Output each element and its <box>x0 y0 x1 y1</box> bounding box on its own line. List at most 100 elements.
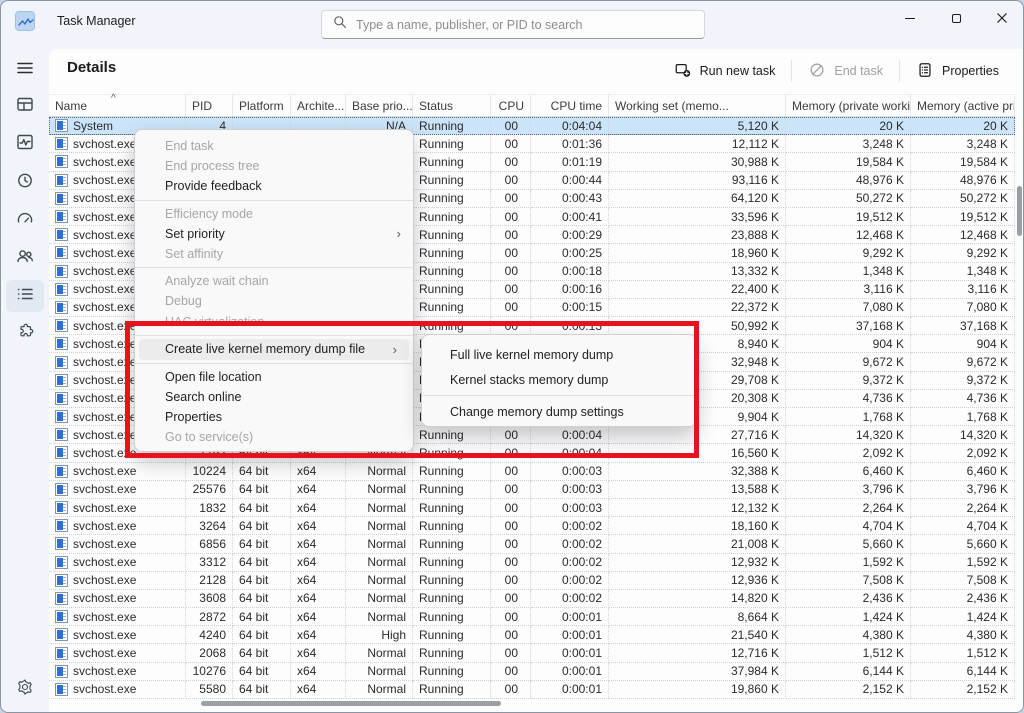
cell-cpu-time: 0:00:02 <box>531 590 609 608</box>
cell-memory-private: 4,704 K <box>786 517 911 535</box>
table-row[interactable]: svchost.exe287264 bitx64NormalRunning000… <box>49 608 1015 626</box>
menu-item-set-priority[interactable]: Set priority› <box>135 224 413 244</box>
column-header-architecture[interactable]: Archite... <box>291 95 346 116</box>
cell-memory-private: 1,512 K <box>786 644 911 662</box>
end-task-icon <box>808 61 826 82</box>
cell-pid: 2068 <box>186 644 233 662</box>
column-header-working-set[interactable]: Working set (memo... <box>609 95 786 116</box>
table-row[interactable]: svchost.exe558064 bitx64NormalRunning000… <box>49 681 1015 699</box>
cell-cpu: 00 <box>491 208 531 226</box>
vertical-scrollbar-thumb[interactable] <box>1017 186 1022 236</box>
sidebar-item-details[interactable] <box>1 277 49 315</box>
cell-platform: 64 bit <box>233 590 291 608</box>
hamburger-button[interactable] <box>1 55 49 85</box>
cell-memory-active: 1,348 K <box>911 263 1015 281</box>
column-header-cpu[interactable]: CPU <box>491 95 531 116</box>
sidebar-item-services[interactable] <box>1 315 49 353</box>
submenu-item-change-memory-dump-settings[interactable]: Change memory dump settings <box>422 399 696 424</box>
cell-platform: 64 bit <box>233 608 291 626</box>
menu-item-properties[interactable]: Properties <box>135 407 413 427</box>
cell-status: Running <box>413 226 491 244</box>
column-header-status[interactable]: Status <box>413 95 491 116</box>
cell-pid: 3264 <box>186 517 233 535</box>
table-row[interactable]: svchost.exe1027664 bitx64NormalRunning00… <box>49 663 1015 681</box>
column-header-platform[interactable]: Platform <box>233 95 291 116</box>
close-button[interactable] <box>979 1 1024 35</box>
table-row[interactable]: svchost.exe212864 bitx64NormalRunning000… <box>49 572 1015 590</box>
window-title: Task Manager <box>57 1 136 41</box>
cell-cpu: 00 <box>491 499 531 517</box>
properties-icon <box>916 61 934 82</box>
cell-pid: 10276 <box>186 663 233 681</box>
search-input[interactable] <box>356 18 694 32</box>
cell-architecture: x64 <box>291 681 346 699</box>
cell-working-set: 21,540 K <box>609 626 786 644</box>
cell-architecture: x64 <box>291 554 346 572</box>
cell-memory-private: 6,460 K <box>786 463 911 481</box>
table-row[interactable]: svchost.exe424064 bitx64HighRunning000:0… <box>49 626 1015 644</box>
cell-memory-private: 9,292 K <box>786 244 911 262</box>
table-row[interactable]: svchost.exe326464 bitx64NormalRunning000… <box>49 517 1015 535</box>
maximize-button[interactable] <box>933 1 979 35</box>
settings-button[interactable] <box>1 671 49 707</box>
cell-architecture: x64 <box>291 499 346 517</box>
minimize-icon <box>905 18 915 19</box>
table-row[interactable]: svchost.exe360864 bitx64NormalRunning000… <box>49 590 1015 608</box>
process-name: svchost.exe <box>73 246 136 260</box>
properties-button[interactable]: Properties <box>904 56 1011 86</box>
process-name: svchost.exe <box>73 391 136 405</box>
submenu-item-full-live-kernel-memory-dump[interactable]: Full live kernel memory dump <box>422 342 696 367</box>
cell-memory-active: 14,320 K <box>911 426 1015 444</box>
table-row[interactable]: svchost.exe2557664 bitx64NormalRunning00… <box>49 481 1015 499</box>
run-new-task-button[interactable]: Run new task <box>662 56 788 86</box>
column-header-cpu-time[interactable]: CPU time <box>531 95 609 116</box>
table-row[interactable]: svchost.exe183264 bitx64NormalRunning000… <box>49 499 1015 517</box>
menu-item-create-live-kernel-memory-dump-file[interactable]: Create live kernel memory dump file› <box>139 339 409 360</box>
sidebar-item-performance[interactable] <box>1 125 49 163</box>
cell-cpu-time: 0:00:01 <box>531 644 609 662</box>
cell-platform: 64 bit <box>233 499 291 517</box>
menu-separator <box>422 395 696 396</box>
cell-cpu: 00 <box>491 535 531 553</box>
submenu-item-kernel-stacks-memory-dump[interactable]: Kernel stacks memory dump <box>422 367 696 392</box>
cell-architecture: x64 <box>291 463 346 481</box>
table-row[interactable]: svchost.exe206864 bitx64NormalRunning000… <box>49 644 1015 662</box>
sidebar-item-processes[interactable] <box>1 87 49 125</box>
menu-item-provide-feedback[interactable]: Provide feedback <box>135 176 413 196</box>
process-name: svchost.exe <box>73 155 136 169</box>
process-icon <box>55 501 68 514</box>
sidebar-item-startup-apps[interactable] <box>1 201 49 239</box>
sidebar-nav <box>1 87 49 353</box>
sidebar-item-users[interactable] <box>1 239 49 277</box>
column-header-pid[interactable]: PID <box>186 95 233 116</box>
table-row[interactable]: svchost.exe331264 bitx64NormalRunning000… <box>49 554 1015 572</box>
cell-pid: 5580 <box>186 681 233 699</box>
hamburger-icon <box>15 58 35 83</box>
cell-cpu-time: 0:04:04 <box>531 117 609 135</box>
column-header-memory-active[interactable]: Memory (active priv... <box>911 95 1015 116</box>
cell-cpu: 00 <box>491 590 531 608</box>
minimize-button[interactable] <box>887 1 933 35</box>
cell-pid: 2872 <box>186 608 233 626</box>
menu-separator <box>135 200 413 201</box>
cell-cpu-time: 0:00:02 <box>531 554 609 572</box>
search-box[interactable] <box>321 10 705 39</box>
cell-architecture: x64 <box>291 663 346 681</box>
cell-cpu-time: 0:00:15 <box>531 299 609 317</box>
menu-item-search-online[interactable]: Search online <box>135 387 413 407</box>
table-row[interactable]: svchost.exe1022464 bitx64NormalRunning00… <box>49 463 1015 481</box>
cell-working-set: 8,664 K <box>609 608 786 626</box>
cell-memory-private: 14,320 K <box>786 426 911 444</box>
table-row[interactable]: svchost.exe685664 bitx64NormalRunning000… <box>49 535 1015 553</box>
sidebar-item-app-history[interactable] <box>1 163 49 201</box>
column-header-memory-private[interactable]: Memory (private workin... <box>786 95 911 116</box>
cell-cpu-time: 0:00:04 <box>531 426 609 444</box>
horizontal-scrollbar-thumb[interactable] <box>201 701 501 706</box>
menu-item-open-file-location[interactable]: Open file location <box>135 367 413 387</box>
cell-cpu: 00 <box>491 481 531 499</box>
cell-status: Running <box>413 499 491 517</box>
process-name: svchost.exe <box>73 537 136 551</box>
column-header-base-priority[interactable]: Base prio... <box>346 95 413 116</box>
menu-item-label: Properties <box>165 410 222 424</box>
column-header-name[interactable]: Name <box>49 95 186 116</box>
